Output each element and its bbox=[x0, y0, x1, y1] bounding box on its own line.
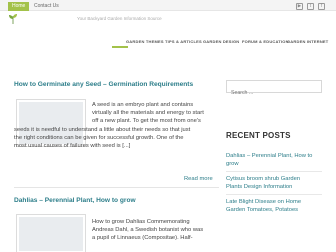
recent-post-link[interactable]: Dahlias – Perennial Plant, How to bbox=[226, 152, 312, 160]
post-thumbnail[interactable] bbox=[16, 214, 86, 252]
read-more-link[interactable]: Read more bbox=[184, 176, 213, 182]
twitter-icon[interactable]: t bbox=[307, 3, 314, 10]
site-logo-icon[interactable] bbox=[8, 13, 18, 25]
nav-forum-education[interactable]: FORUM & EDUCATION bbox=[242, 39, 289, 44]
post-title[interactable]: How to Germinate any Seed – Germination … bbox=[14, 81, 193, 88]
contact-link[interactable]: Contact Us bbox=[34, 2, 59, 11]
top-bar: Home Contact Us ▶ t f bbox=[0, 0, 336, 11]
site-tagline: Your Backyard Garden Information Source bbox=[77, 16, 162, 21]
search-input[interactable] bbox=[227, 87, 321, 99]
recent-post-link[interactable]: grow bbox=[226, 160, 239, 168]
recent-post-link[interactable]: Plants Design Information bbox=[226, 183, 292, 191]
recent-posts-heading: RECENT POSTS bbox=[226, 131, 291, 140]
facebook-icon[interactable]: f bbox=[318, 3, 325, 10]
excerpt-line: most usual causes of failures with seed … bbox=[14, 143, 131, 149]
nav-tips-articles[interactable]: TIPS & ARTICLES bbox=[165, 39, 202, 44]
post-divider bbox=[14, 187, 219, 188]
nav-garden-design[interactable]: GARDEN DESIGN bbox=[203, 39, 239, 44]
main-navigation: GARDEN THEMES TIPS & ARTICLES GARDEN DES… bbox=[0, 36, 336, 47]
recent-divider bbox=[226, 171, 322, 172]
recent-post-link[interactable]: Garden Tomatoes, Potatoes bbox=[226, 206, 298, 214]
search-box[interactable] bbox=[226, 80, 322, 99]
home-link[interactable]: Home bbox=[8, 2, 30, 11]
excerpt-line: off a new plant. To get the most from on… bbox=[92, 118, 201, 124]
recent-divider bbox=[226, 194, 322, 195]
youtube-icon[interactable]: ▶ bbox=[296, 3, 303, 10]
nav-garden-themes[interactable]: GARDEN THEMES bbox=[126, 39, 164, 44]
excerpt-line: a pupil of Linnaeus (Compositae). Half- bbox=[92, 235, 193, 241]
post-title[interactable]: Dahlias – Perennial Plant, How to grow bbox=[14, 197, 136, 204]
nav-active-indicator bbox=[112, 46, 128, 48]
nav-garden-internet[interactable]: GARDEN INTERNET bbox=[287, 39, 328, 44]
